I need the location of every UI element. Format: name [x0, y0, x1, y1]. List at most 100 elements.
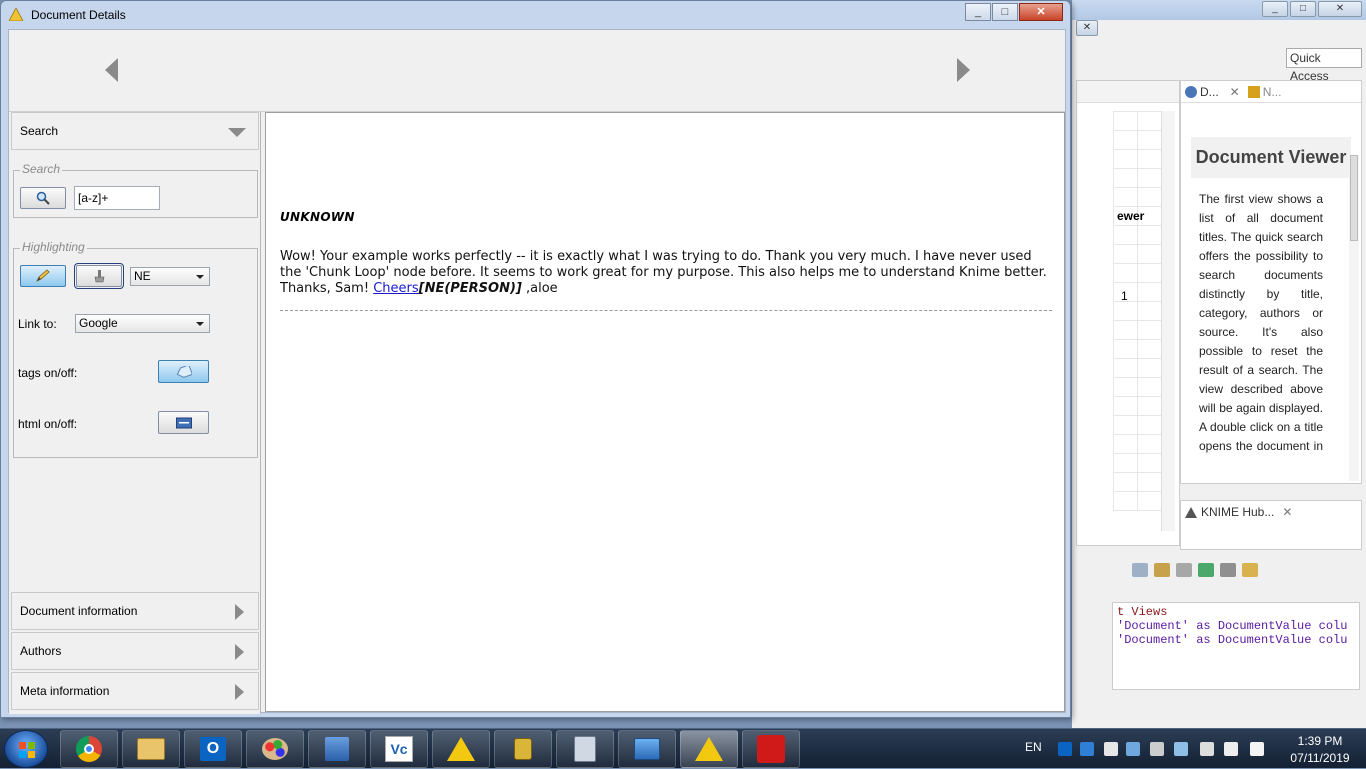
workflow-scrollbar[interactable] [1161, 111, 1175, 531]
tags-toggle-button[interactable] [158, 360, 209, 383]
unhighlight-button[interactable] [74, 263, 124, 289]
taskbar-knime-active[interactable] [680, 730, 738, 768]
pin-console-icon[interactable] [1198, 563, 1214, 577]
html-toggle-button[interactable] [158, 411, 209, 434]
keepass-icon [514, 738, 532, 760]
meta-information-header[interactable]: Meta information [11, 672, 259, 710]
search-input[interactable]: [a-z]+ [74, 186, 160, 210]
outlook-icon: O [200, 737, 226, 761]
tab-description[interactable]: D... ✕ [1181, 85, 1244, 99]
document-details-window: Document Details _ □ ✕ Search Search [a-… [0, 0, 1071, 718]
description-tabs: D... ✕ N... [1181, 81, 1361, 103]
previous-document-arrow-icon[interactable] [105, 58, 118, 82]
document-category: UNKNOWN [280, 210, 355, 224]
workflow-editor-header [1077, 81, 1179, 103]
doc-viewer-heading: Document Viewer [1191, 137, 1351, 178]
display-console-icon[interactable] [1220, 563, 1236, 577]
bg-close-button[interactable]: ✕ [1318, 1, 1362, 17]
tags-toggle-label: tags on/off: [18, 366, 78, 380]
system-tray: EN 1:39 PM 07/11/2019 [1020, 729, 1366, 769]
bg-minimize-button[interactable]: _ [1262, 1, 1288, 17]
network-activity-icon[interactable] [1126, 742, 1140, 756]
knime-icon [447, 737, 475, 761]
search-icon [36, 191, 50, 205]
minimize-button[interactable]: _ [965, 3, 991, 21]
meta-information-label: Meta information [20, 684, 110, 698]
link-to-select[interactable]: Google [75, 314, 210, 333]
taskbar-keepass[interactable] [494, 730, 552, 768]
taskbar-knime[interactable] [432, 730, 490, 768]
html-icon [175, 417, 192, 428]
background-titlebar: _ □ ✕ [1072, 0, 1366, 20]
close-icon[interactable]: ✕ [1282, 505, 1292, 519]
taskbar-network-tool[interactable] [308, 730, 366, 768]
search-group: Search [a-z]+ [13, 162, 258, 218]
action-center-icon[interactable] [1104, 742, 1118, 756]
tab-knime-hub-label: KNIME Hub... [1201, 505, 1275, 519]
search-button[interactable] [20, 187, 66, 209]
description-scrollbar[interactable] [1349, 155, 1359, 481]
device-tray-icon[interactable] [1150, 742, 1164, 756]
power-tray-icon[interactable] [1200, 742, 1214, 756]
tab-node-repository-label: N... [1262, 84, 1282, 99]
chrome-icon [76, 736, 102, 762]
taskbar-outlook[interactable]: O [184, 730, 242, 768]
maximize-button[interactable]: □ [992, 3, 1018, 21]
document-information-header[interactable]: Document information [11, 592, 259, 630]
taskbar-calculator[interactable] [556, 730, 614, 768]
next-document-arrow-icon[interactable] [957, 58, 970, 82]
taskbar-vnc-viewer[interactable]: Vc [370, 730, 428, 768]
calculator-icon [574, 736, 596, 762]
document-body-text-end: ,aloe [521, 281, 558, 296]
authors-label: Authors [20, 644, 62, 658]
taskbar-chrome[interactable] [60, 730, 118, 768]
paint-icon [262, 738, 288, 760]
chevron-right-icon [235, 644, 244, 660]
options-pane: Search Search [a-z]+ Highlighting NE Lin… [9, 112, 261, 714]
help-icon [1185, 85, 1197, 98]
chevron-right-icon [235, 684, 244, 700]
highlight-button[interactable] [20, 265, 66, 287]
language-indicator[interactable]: EN [1025, 740, 1042, 754]
clock-date[interactable]: 07/11/2019 [1280, 751, 1360, 765]
signal-strength-icon[interactable] [1224, 742, 1238, 756]
html-toggle-label: html on/off: [18, 417, 78, 431]
bg-maximize-button[interactable]: □ [1290, 1, 1316, 17]
window-titlebar[interactable]: Document Details _ □ ✕ [1, 1, 1070, 29]
console-output: t Views 'Document' as DocumentValue colu… [1112, 602, 1360, 690]
tab-node-repository[interactable]: N... [1244, 85, 1286, 99]
highlighting-group-label: Highlighting [20, 240, 87, 254]
taskbar-paint[interactable] [246, 730, 304, 768]
taskbar-file-explorer[interactable] [122, 730, 180, 768]
tab-knime-hub[interactable]: KNIME Hub... ✕ [1181, 501, 1361, 523]
tag-type-select[interactable]: NE [130, 267, 210, 286]
scroll-lock-icon[interactable] [1154, 563, 1170, 577]
clock-time[interactable]: 1:39 PM [1284, 734, 1356, 748]
windows-logo-icon [19, 742, 35, 758]
console-line: 'Document' as DocumentValue colu [1117, 633, 1348, 647]
word-wrap-icon[interactable] [1176, 563, 1192, 577]
scrollbar-thumb[interactable] [1350, 155, 1358, 241]
volume-icon[interactable] [1250, 742, 1264, 756]
workflow-grid [1113, 111, 1161, 511]
vnc-viewer-icon: Vc [385, 736, 413, 762]
entity-link[interactable]: Cheers [373, 281, 418, 296]
vpn-tray-icon[interactable] [1174, 742, 1188, 756]
bg-inner-close-icon[interactable]: ✕ [1076, 20, 1098, 36]
tools-icon [1247, 85, 1260, 98]
clear-console-icon[interactable] [1132, 563, 1148, 577]
start-button[interactable] [4, 730, 48, 768]
taskbar-remote-desktop[interactable] [618, 730, 676, 768]
close-button[interactable]: ✕ [1019, 3, 1063, 21]
close-icon[interactable]: ✕ [1230, 85, 1240, 99]
document-separator [280, 310, 1052, 311]
quick-access-field[interactable]: Quick Access [1286, 48, 1362, 83]
new-console-icon[interactable] [1242, 563, 1258, 577]
document-content-pane: UNKNOWN Wow! Your example works perfectl… [265, 112, 1065, 712]
taskbar-acrobat[interactable] [742, 730, 800, 768]
search-section-header[interactable]: Search [11, 112, 259, 150]
onedrive-tray-icon[interactable] [1080, 742, 1094, 756]
outlook-tray-icon[interactable] [1058, 742, 1072, 756]
document-information-label: Document information [20, 604, 138, 618]
authors-header[interactable]: Authors [11, 632, 259, 670]
